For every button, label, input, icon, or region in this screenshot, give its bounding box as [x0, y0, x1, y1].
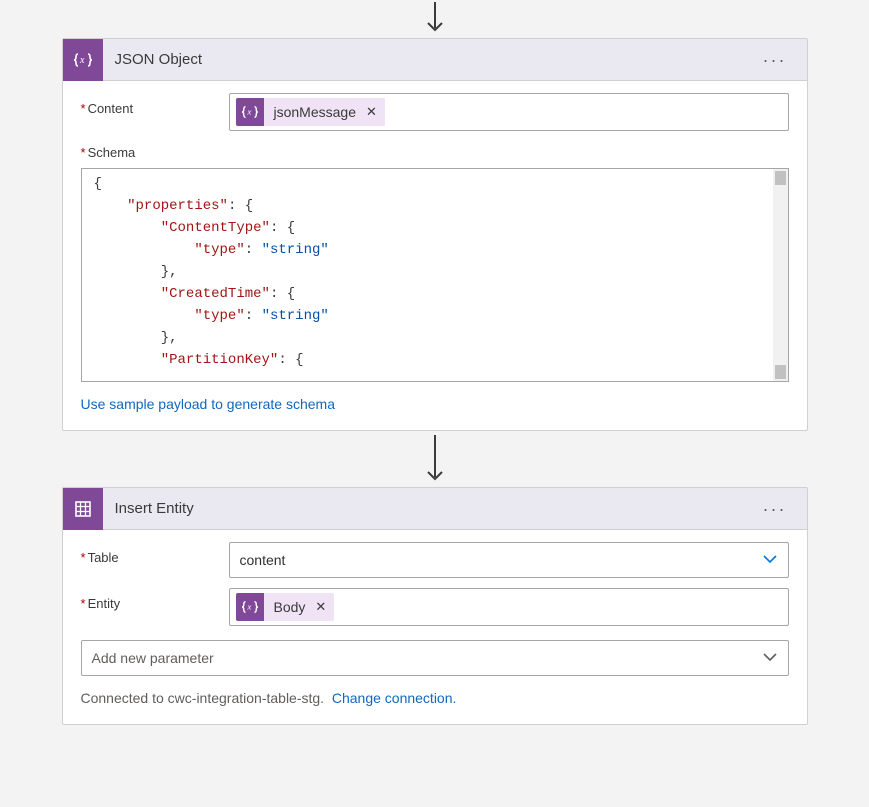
insert-entity-icon	[63, 488, 103, 530]
add-new-parameter-select[interactable]: Add new parameter	[81, 640, 789, 676]
entity-field-label: *Entity	[81, 588, 229, 611]
use-sample-payload-link[interactable]: Use sample payload to generate schema	[81, 396, 335, 412]
insert-entity-header[interactable]: Insert Entity ···	[63, 488, 807, 530]
table-field-label: *Table	[81, 542, 229, 565]
chevron-down-icon	[762, 551, 778, 570]
json-object-more-menu[interactable]: ···	[757, 49, 793, 71]
connection-status-text: Connected to cwc-integration-table-stg.	[81, 690, 325, 706]
insert-entity-more-menu[interactable]: ···	[757, 498, 793, 520]
schema-field-label: *Schema	[81, 145, 789, 160]
variable-icon: x	[236, 98, 264, 126]
json-object-title: JSON Object	[103, 51, 757, 68]
content-field-label: *Content	[81, 93, 229, 116]
content-input[interactable]: x jsonMessage ✕	[229, 93, 789, 131]
entity-input[interactable]: x Body ✕	[229, 588, 789, 626]
svg-text:x: x	[79, 55, 85, 66]
chevron-down-icon	[762, 649, 778, 668]
json-object-header[interactable]: x JSON Object ···	[63, 39, 807, 81]
flow-arrow-top	[423, 0, 447, 38]
body-token-label: Body	[264, 599, 314, 615]
schema-editor[interactable]: { "properties": { "ContentType": { "type…	[81, 168, 789, 382]
insert-entity-card: Insert Entity ··· *Table content	[62, 487, 808, 725]
remove-token-icon[interactable]: ✕	[313, 599, 334, 615]
json-object-card: x JSON Object ··· *Content	[62, 38, 808, 431]
table-select[interactable]: content	[229, 542, 789, 578]
change-connection-link[interactable]: Change connection.	[332, 690, 457, 706]
body-token[interactable]: x Body ✕	[236, 593, 335, 621]
svg-text:x: x	[246, 107, 251, 117]
table-select-value: content	[240, 552, 286, 568]
add-new-parameter-placeholder: Add new parameter	[92, 650, 214, 666]
flow-arrow-middle	[423, 431, 447, 487]
variable-icon: x	[236, 593, 264, 621]
jsonmessage-token[interactable]: x jsonMessage ✕	[236, 98, 385, 126]
schema-scrollbar[interactable]	[773, 169, 788, 381]
remove-token-icon[interactable]: ✕	[364, 104, 385, 120]
insert-entity-title: Insert Entity	[103, 500, 757, 517]
json-object-icon: x	[63, 39, 103, 81]
jsonmessage-token-label: jsonMessage	[264, 104, 365, 120]
connection-status: Connected to cwc-integration-table-stg. …	[81, 690, 789, 706]
svg-text:x: x	[246, 602, 251, 612]
